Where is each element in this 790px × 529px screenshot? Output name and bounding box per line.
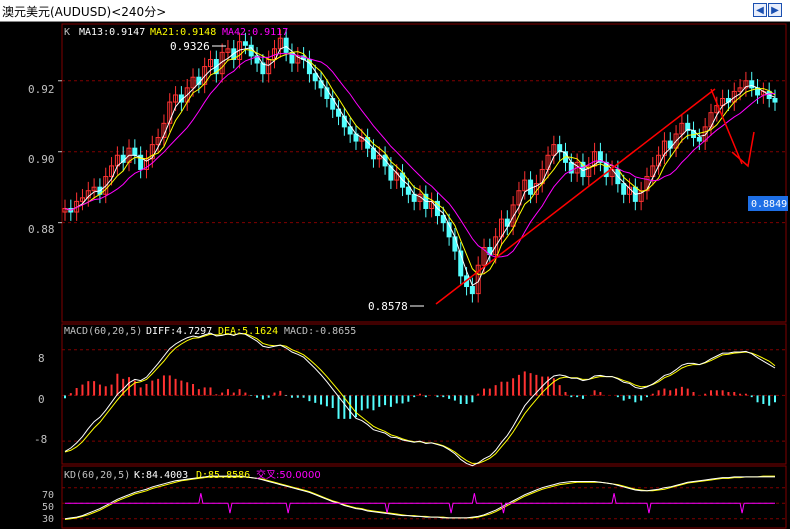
candle-body [405,186,411,195]
ma-lines [64,45,776,287]
ma13-label: MA13:0.9147 [79,27,145,38]
macd-tick: -8 [34,433,47,446]
macd-dea-line [64,333,776,464]
kd-tick: 50 [42,502,54,513]
price-label: K [64,27,70,38]
kd-cross-label: 交叉:50.0000 [256,468,321,481]
kd-cross-line [65,493,775,514]
macd-diff-line [64,332,776,467]
window-title: 澳元美元(AUDUSD)<240分> [2,5,167,19]
high-price-label: 0.9326 [170,40,210,53]
candle-body [772,98,778,103]
low-price-label: 0.8578 [368,300,408,313]
macd-tick: 0 [38,393,45,406]
candle-body [749,80,755,89]
candle-body [312,73,318,82]
candle-body [132,147,138,156]
ma13-line [64,45,776,287]
last-price-tag: 0.8849 [751,199,787,210]
candle-body [696,137,702,142]
candle-body [452,236,458,252]
macd-value-label: MACD:-0.8655 [284,326,356,337]
candle-body [528,179,534,195]
macd-series [64,332,776,467]
window-titlebar: 澳元美元(AUDUSD)<240分> ◀ ▶ [0,0,790,22]
kd-k-line [64,475,775,520]
macd-tick: 8 [38,352,45,365]
chart-area[interactable]: K MA13:0.9147 MA21:0.9148 MA42:0.9117 0.… [0,22,790,529]
kd-k-label: K:84.4003 [134,470,188,481]
ma21-label: MA21:0.9148 [150,27,216,38]
candles [62,29,778,303]
panel-frame [61,23,787,323]
candle-body [318,80,324,89]
arrow-right-icon[interactable]: ▶ [768,3,782,17]
candle-body [621,183,627,195]
candle-body [242,41,248,46]
kd-series [64,475,775,520]
kd-label: KD(60,20,5) [64,470,130,481]
panel-frames [61,23,787,529]
macd-label: MACD(60,20,5) [64,326,142,337]
grid-lines [58,80,786,520]
kd-tick: 30 [42,514,54,525]
price-tick: 0.88 [28,223,55,236]
price-tick: 0.90 [28,153,55,166]
price-tick: 0.92 [28,83,55,96]
kd-d-line [64,475,775,520]
kd-d-label: D:85.8586 [196,470,250,481]
candle-body [469,286,475,295]
macd-dea-label: DEA:5.1624 [218,326,278,337]
ma42-label: MA42:0.9117 [222,27,288,38]
ma21-line [64,49,776,275]
uptrend-line [435,88,716,305]
arrow-left-icon[interactable]: ◀ [753,3,767,17]
candle-body [283,37,289,53]
kd-tick: 70 [42,490,54,501]
ma42-line [64,52,776,258]
trend-lines [212,45,755,307]
macd-diff-label: DIFF:4.7297 [146,326,212,337]
